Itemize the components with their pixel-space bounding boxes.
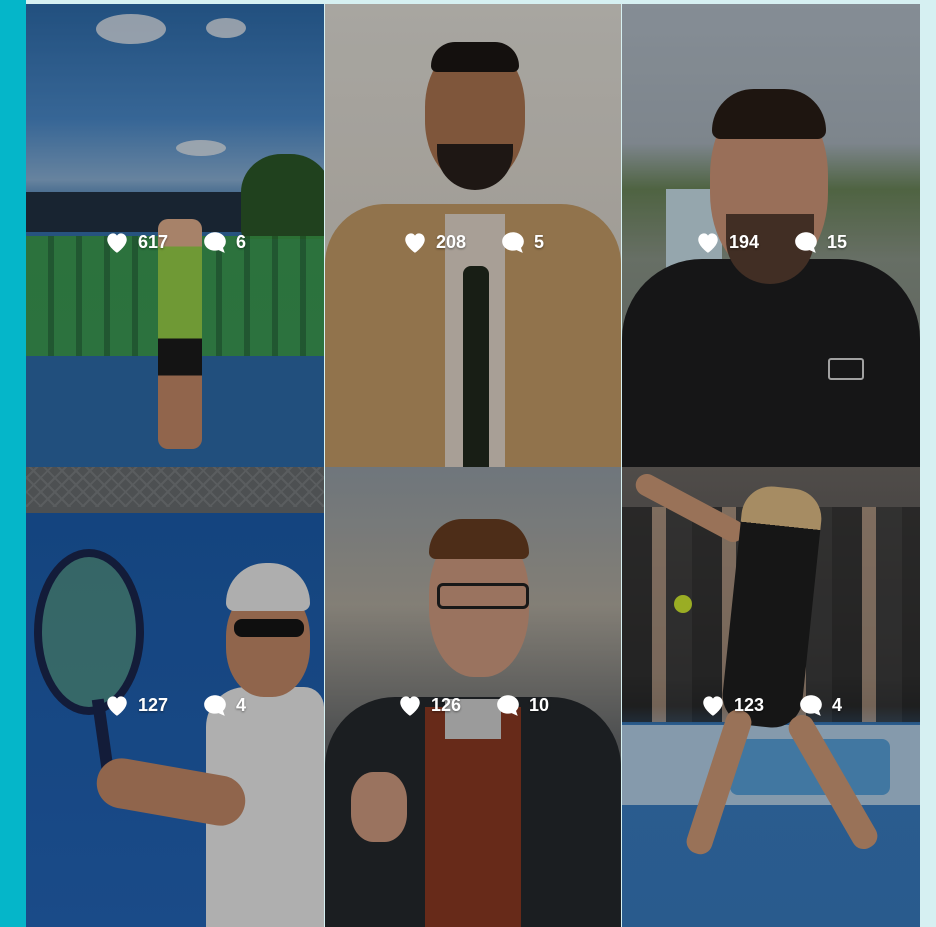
like-count: 126 [397, 693, 461, 717]
post-stats: 123 4 [622, 693, 920, 717]
comment-count: 5 [500, 230, 544, 254]
heart-icon [107, 696, 127, 716]
comment-bubble-icon [800, 695, 822, 716]
comment-bubble-icon [497, 695, 519, 716]
post-stats: 617 6 [26, 230, 324, 254]
comment-count-value: 10 [529, 694, 550, 715]
post-stats: 208 5 [325, 230, 621, 254]
comment-bubble-icon [204, 695, 226, 716]
accent-side-bar [0, 0, 26, 927]
heart-icon [400, 696, 420, 716]
comment-bubble-icon [204, 232, 226, 253]
instagram-feed-grid: 617 6 208 5 194 15 127 4 126 10 123 4 [26, 4, 920, 927]
comment-bubble-icon [502, 232, 524, 253]
comment-count-value: 5 [534, 231, 545, 252]
post-stats: 127 4 [26, 693, 324, 717]
like-count: 194 [695, 230, 759, 254]
heart-icon [107, 233, 127, 253]
heart-icon [405, 233, 425, 253]
feed-post-3[interactable]: 194 15 [622, 4, 920, 467]
comment-count: 4 [202, 693, 246, 717]
like-count: 617 [104, 230, 168, 254]
comment-count: 10 [495, 693, 549, 717]
comment-bubble-icon [795, 232, 817, 253]
like-count-value: 208 [435, 231, 467, 252]
feed-post-6[interactable]: 123 4 [622, 467, 920, 927]
post-stats: 126 10 [325, 693, 621, 717]
like-count-value: 127 [137, 694, 169, 715]
comment-count: 15 [793, 230, 847, 254]
like-count-value: 194 [728, 231, 759, 252]
comment-count-value: 4 [236, 694, 247, 715]
comment-count: 6 [202, 230, 246, 254]
like-count-value: 617 [137, 231, 169, 252]
heart-icon [703, 696, 723, 716]
comment-count-value: 4 [832, 694, 843, 715]
feed-post-2[interactable]: 208 5 [325, 4, 621, 467]
feed-post-5[interactable]: 126 10 [325, 467, 621, 927]
feed-post-4[interactable]: 127 4 [26, 467, 324, 927]
feed-post-1[interactable]: 617 6 [26, 4, 324, 467]
like-count-value: 123 [733, 694, 765, 715]
like-count: 208 [402, 230, 466, 254]
comment-count-value: 15 [827, 231, 848, 252]
like-count: 127 [104, 693, 168, 717]
comment-count-value: 6 [236, 231, 247, 252]
post-stats: 194 15 [622, 230, 920, 254]
like-count-value: 126 [430, 694, 461, 715]
like-count: 123 [700, 693, 764, 717]
comment-count: 4 [798, 693, 842, 717]
heart-icon [698, 233, 718, 253]
